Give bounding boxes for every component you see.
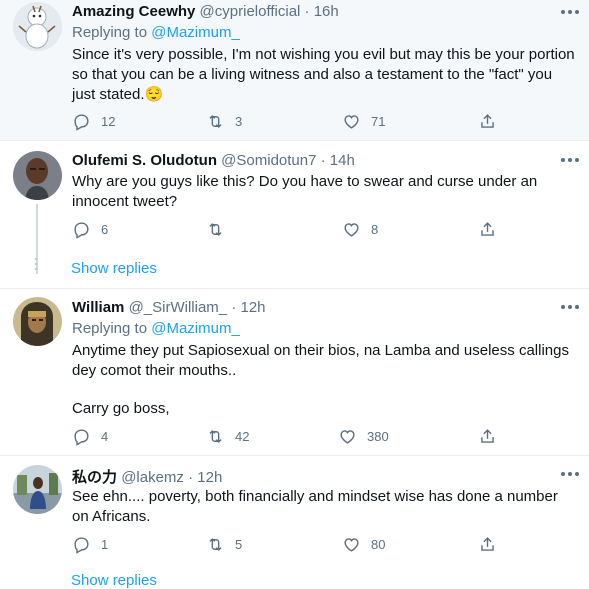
reply-icon bbox=[74, 113, 89, 131]
avatar[interactable] bbox=[13, 297, 62, 346]
timestamp[interactable]: 14h bbox=[330, 152, 355, 169]
like-count: 8 bbox=[371, 221, 379, 237]
tweet-header: Olufemi S. Oludotun @Somidotun7 · 14h bbox=[72, 152, 355, 169]
more-options-icon[interactable] bbox=[561, 471, 579, 477]
retweet-button[interactable]: 5 bbox=[206, 534, 242, 554]
reply-count: 12 bbox=[101, 113, 116, 129]
user-handle[interactable]: @lakemz bbox=[121, 469, 184, 486]
like-count: 380 bbox=[367, 428, 389, 444]
display-name[interactable]: William bbox=[72, 299, 124, 316]
separator-dot: · bbox=[320, 152, 326, 169]
share-button[interactable] bbox=[478, 534, 497, 554]
heart-icon bbox=[344, 114, 359, 129]
timestamp[interactable]: 12h bbox=[240, 299, 265, 316]
tweet-actions: 4 42 380 bbox=[72, 426, 512, 446]
reply-button[interactable]: 6 bbox=[72, 219, 108, 239]
tweet-william[interactable]: William @_SirWilliam_ · 12h Replying to … bbox=[0, 289, 589, 455]
like-button[interactable]: 80 bbox=[342, 534, 385, 554]
tweet-text: Anytime they put Sapiosexual on their bi… bbox=[72, 342, 569, 379]
reply-count: 6 bbox=[101, 221, 109, 237]
avatar[interactable] bbox=[13, 151, 62, 200]
reply-count: 1 bbox=[101, 536, 109, 552]
replying-to-mention[interactable]: @Mazimum_ bbox=[151, 24, 240, 41]
replying-to-label: Replying to bbox=[72, 320, 148, 337]
avatar[interactable] bbox=[13, 2, 62, 51]
retweet-button[interactable]: 3 bbox=[206, 111, 242, 131]
retweet-count: 42 bbox=[235, 428, 250, 444]
reply-icon bbox=[74, 221, 89, 239]
tweet-olufemi[interactable]: Olufemi S. Oludotun @Somidotun7 · 14h Wh… bbox=[0, 141, 589, 288]
separator-dot: · bbox=[304, 3, 310, 20]
share-icon bbox=[481, 221, 494, 236]
more-options-icon[interactable] bbox=[561, 157, 579, 163]
user-handle[interactable]: @cyprielofficial bbox=[200, 3, 301, 20]
user-handle[interactable]: @_SirWilliam_ bbox=[129, 299, 228, 316]
tweet-header: 私の力 @lakemz · 12h bbox=[72, 466, 222, 487]
retweet-count: 3 bbox=[235, 113, 243, 129]
share-button[interactable] bbox=[478, 111, 497, 131]
like-count: 80 bbox=[371, 536, 386, 552]
heart-icon bbox=[340, 429, 355, 444]
like-count: 71 bbox=[371, 113, 386, 129]
reply-button[interactable]: 12 bbox=[72, 111, 115, 131]
separator-dot: · bbox=[231, 299, 237, 316]
tweet-header: William @_SirWilliam_ · 12h bbox=[72, 299, 266, 316]
reply-icon bbox=[74, 428, 89, 446]
tweet-text: See ehn.... poverty, both financially an… bbox=[72, 488, 558, 525]
tweet-text-line2: Carry go boss, bbox=[72, 400, 170, 417]
retweet-icon bbox=[209, 222, 222, 236]
show-replies-link-cut[interactable]: Show replies bbox=[71, 572, 157, 589]
replying-to: Replying to @Mazimum_ bbox=[72, 24, 240, 41]
tweet-actions: 12 3 71 bbox=[72, 111, 512, 131]
reply-icon bbox=[74, 536, 89, 554]
separator-dot: · bbox=[188, 469, 194, 486]
show-replies-link[interactable]: Show replies bbox=[71, 260, 157, 277]
retweet-icon bbox=[209, 429, 222, 443]
tweet-text: Why are you guys like this? Do you have … bbox=[72, 173, 538, 210]
share-icon bbox=[481, 428, 494, 443]
retweet-count: 5 bbox=[235, 536, 243, 552]
retweet-icon bbox=[209, 114, 222, 128]
reply-button[interactable]: 4 bbox=[72, 426, 108, 446]
like-button[interactable]: 8 bbox=[342, 219, 378, 239]
user-handle[interactable]: @Somidotun7 bbox=[221, 152, 316, 169]
tweet-actions: 1 5 80 bbox=[72, 534, 512, 554]
like-button[interactable]: 71 bbox=[342, 111, 385, 131]
avatar[interactable] bbox=[13, 465, 62, 514]
display-name[interactable]: Amazing Ceewhy bbox=[72, 3, 195, 20]
display-name[interactable]: Olufemi S. Oludotun bbox=[72, 152, 217, 169]
reply-count: 4 bbox=[101, 428, 109, 444]
replying-to-mention[interactable]: @Mazimum_ bbox=[151, 320, 240, 337]
tweet-actions: 6 8 bbox=[72, 219, 512, 239]
retweet-icon bbox=[209, 537, 222, 551]
tweet-amazing-ceewhy[interactable]: Amazing Ceewhy @cyprielofficial · 16h Re… bbox=[0, 0, 589, 140]
tweet-header: Amazing Ceewhy @cyprielofficial · 16h bbox=[72, 3, 339, 20]
retweet-button[interactable]: 42 bbox=[206, 426, 249, 446]
like-button[interactable]: 380 bbox=[338, 426, 389, 446]
share-button[interactable] bbox=[478, 219, 497, 239]
retweet-button[interactable] bbox=[206, 219, 235, 239]
reply-button[interactable]: 1 bbox=[72, 534, 108, 554]
share-icon bbox=[481, 536, 494, 551]
relieved-face-emoji: 😌 bbox=[144, 86, 164, 103]
timestamp[interactable]: 12h bbox=[197, 469, 222, 486]
timestamp[interactable]: 16h bbox=[314, 3, 339, 20]
display-name[interactable]: 私の力 bbox=[72, 469, 117, 486]
replying-to: Replying to @Mazimum_ bbox=[72, 320, 240, 337]
tweet-text: Since it's very possible, I'm not wishin… bbox=[72, 45, 577, 105]
heart-icon bbox=[344, 537, 359, 552]
more-options-icon[interactable] bbox=[561, 304, 579, 310]
thread-dots bbox=[34, 258, 38, 273]
tweet-lakemz[interactable]: 私の力 @lakemz · 12h See ehn.... poverty, b… bbox=[0, 456, 589, 589]
more-options-icon[interactable] bbox=[561, 9, 579, 15]
share-button[interactable] bbox=[478, 426, 497, 446]
replying-to-label: Replying to bbox=[72, 24, 148, 41]
share-icon bbox=[481, 113, 494, 128]
heart-icon bbox=[344, 222, 359, 237]
